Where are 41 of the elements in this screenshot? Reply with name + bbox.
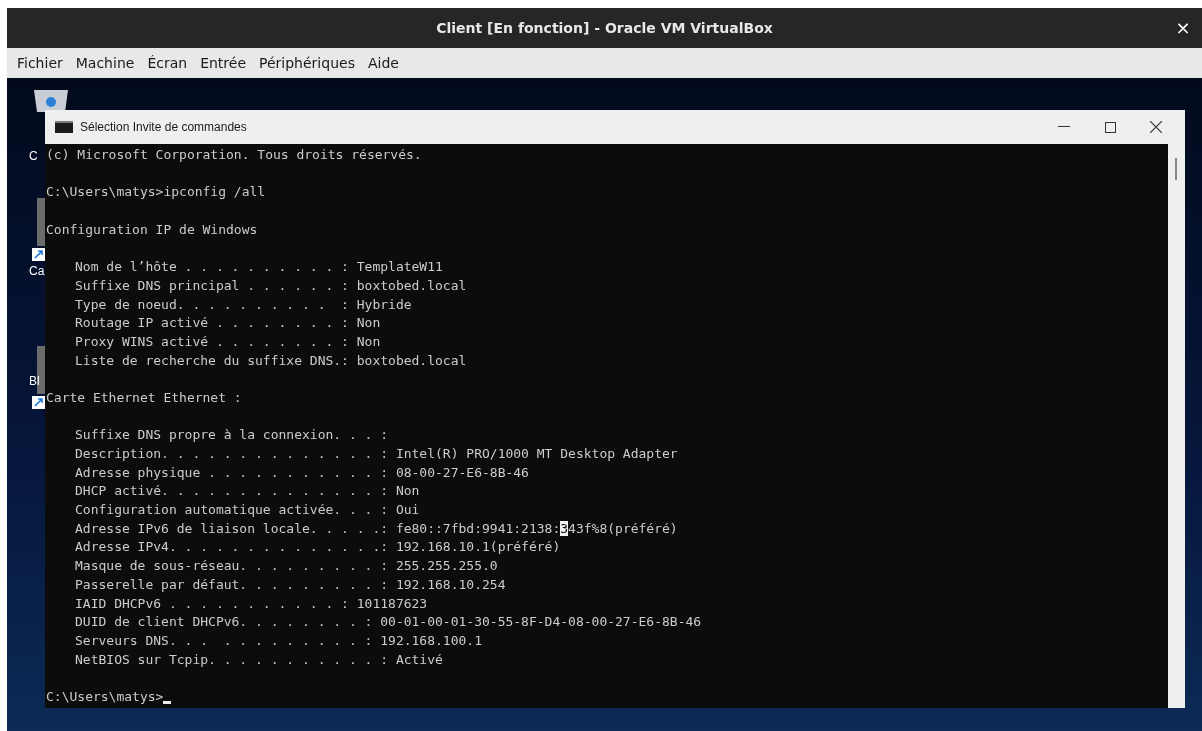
console-line: C:\Users\matys>ipconfig /all (46, 183, 266, 202)
icon-label: Ca (29, 263, 45, 280)
menu-item[interactable]: Périphériques (253, 52, 361, 74)
console-line: IAID DHCPv6 . . . . . . . . . . . : 101187623 (75, 594, 428, 613)
menu-item[interactable]: Machine (69, 52, 141, 74)
console-line: Configuration IP de Windows (46, 220, 258, 239)
close-icon (1150, 121, 1162, 133)
console-line: NetBIOS sur Tcpip. . . . . . . . . . . : Activé (75, 650, 443, 669)
console-line: Type de noeud. . . . . . . . . . : Hybride (75, 295, 412, 314)
console-line: Proxy WINS activé . . . . . . . . : Non (75, 332, 381, 351)
command-prompt[interactable]: C:\Users\matys> (46, 687, 164, 707)
close-button[interactable]: × (1170, 16, 1196, 40)
console-line: Serveurs DNS. . . . . . . . . . . . : 192.168.100.1 (75, 631, 482, 650)
console-line: (c) Microsoft Corporation. Tous droits réservés. (46, 146, 422, 164)
window-title: Sélection Invite de commandes (80, 119, 247, 136)
console-line: Adresse IPv4. . . . . . . . . . . . . .: 192.168.10.1(préféré) (75, 538, 561, 557)
console-line: DHCP activé. . . . . . . . . . . . . . : Non (75, 482, 420, 501)
console-line: DUID de client DHCPv6. . . . . . . . : 00-01-00-01-30-55-8F-D4-08-00-27-E6-8B-46 (75, 613, 702, 632)
console-icon (55, 121, 73, 133)
console-line: Nom de l’hôte . . . . . . . . . . : TemplateW11 (75, 258, 443, 277)
menu-item[interactable]: Entrée (194, 52, 253, 74)
console-line: Routage IP activé . . . . . . . . : Non (75, 314, 381, 333)
console-line: Masque de sous-réseau. . . . . . . . . : 255.255.255.0 (75, 557, 498, 576)
scrollbar-thumb[interactable] (1175, 158, 1177, 180)
console-line: Liste de recherche du suffixe DNS.: boxtobed.local (75, 351, 467, 370)
menu-item[interactable]: Aide (361, 52, 405, 74)
console-line: Carte Ethernet Ethernet : (46, 388, 242, 407)
minimize-icon (1058, 126, 1070, 128)
menu-item[interactable]: Écran (141, 52, 194, 74)
console-line: Passerelle par défaut. . . . . . . . . : 192.168.10.254 (75, 575, 506, 594)
menu-item[interactable]: Fichier (11, 52, 69, 74)
console-line: Configuration automatique activée. . . : Oui (75, 501, 420, 520)
console-line: Suffixe DNS propre à la connexion. . . : (75, 426, 389, 445)
window-title: Client [En fonction] - Oracle VM VirtualBox (436, 18, 773, 38)
icon-label: Bl (29, 373, 40, 390)
console-line: Suffixe DNS principal . . . . . . : boxtobed.local (75, 276, 467, 295)
maximize-icon (1104, 121, 1116, 133)
console-line: Description. . . . . . . . . . . . . . : Intel(R) PRO/1000 MT Desktop Adapter (75, 445, 678, 463)
recycle-bin-icon[interactable] (31, 88, 71, 112)
console-line: Adresse physique . . . . . . . . . . . : 08-00-27-E6-8B-46 (75, 463, 529, 482)
icon-label: C (29, 148, 38, 165)
